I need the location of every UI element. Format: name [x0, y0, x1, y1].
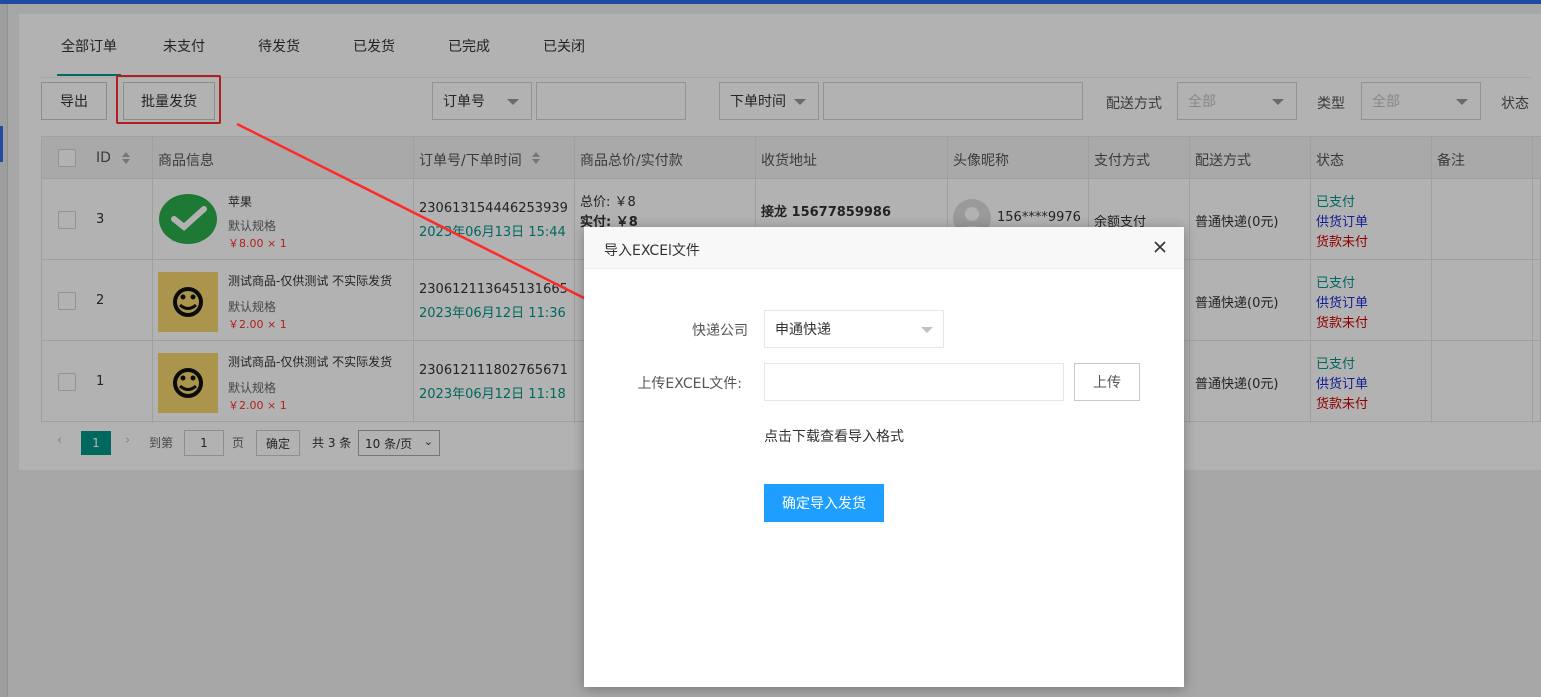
- dialog-title: 导入EXCEl文件: [604, 243, 700, 259]
- courier-value: 申通快递: [775, 322, 831, 338]
- chevron-down-icon: [921, 327, 933, 333]
- courier-select[interactable]: 申通快递: [764, 310, 944, 348]
- upload-label: 上传EXCEL文件:: [637, 376, 742, 392]
- download-template-link[interactable]: 点击下载查看导入格式: [764, 426, 904, 446]
- dialog-header: 导入EXCEl文件: [584, 227, 1184, 269]
- import-excel-dialog: 导入EXCEl文件 快递公司 申通快递 上传EXCEL文件: 上传 点击下载查看…: [584, 227, 1184, 687]
- close-icon[interactable]: [1152, 239, 1168, 255]
- upload-button[interactable]: 上传: [1074, 363, 1140, 401]
- confirm-import-button[interactable]: 确定导入发货: [764, 484, 884, 522]
- courier-label: 快递公司: [692, 323, 748, 339]
- excel-file-input[interactable]: [764, 363, 1064, 401]
